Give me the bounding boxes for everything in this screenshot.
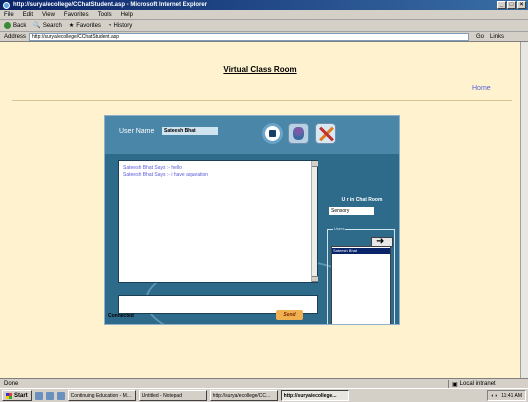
save-chat-button[interactable] — [262, 123, 283, 144]
back-button[interactable]: Back — [4, 22, 26, 29]
user-name-label: User Name — [119, 128, 155, 135]
status-bar: Done ▣ Local intranet — [0, 378, 528, 388]
menu-bar: File Edit View Favorites Tools Help — [0, 10, 528, 20]
address-bar: Address http://surya/ecollege/CChatStude… — [0, 32, 528, 42]
taskbar-item[interactable]: http://surya/ecollege/CC... — [209, 390, 278, 401]
quicklaunch-outlook-icon[interactable] — [56, 391, 65, 400]
window-controls: _ □ × — [497, 1, 526, 9]
taskbar-item[interactable]: Continuing Education - M... — [67, 390, 136, 401]
menu-favorites[interactable]: Favorites — [64, 12, 89, 18]
windows-logo-icon — [6, 392, 12, 399]
chat-room-name: Sensory — [329, 207, 374, 215]
home-link[interactable]: Home — [472, 85, 491, 92]
star-icon: ★ — [68, 23, 75, 29]
connection-status: Connected — [108, 313, 134, 319]
quicklaunch-ie-icon[interactable] — [34, 391, 43, 400]
window-titlebar[interactable]: http://surya/ecollege/CChatStudent.asp -… — [0, 0, 528, 10]
message-scrollbar[interactable] — [311, 161, 318, 282]
back-arrow-icon — [4, 22, 11, 29]
address-label: Address — [4, 33, 27, 40]
user-name-field: Sateesh Bhat — [162, 127, 218, 135]
chat-room-label: U r in Chat Room — [341, 197, 383, 203]
clock: 11:41 AM — [501, 392, 522, 399]
menu-edit[interactable]: Edit — [23, 12, 33, 18]
taskbar: Start Continuing Education - M... Untitl… — [0, 388, 528, 402]
chat-panel-header — [105, 116, 399, 154]
security-zone: ▣ Local intranet — [448, 380, 496, 388]
quicklaunch-desktop-icon[interactable] — [45, 391, 54, 400]
taskbar-item-active[interactable]: http://surya/ecollege... — [280, 390, 349, 401]
tray-icons[interactable]: ◐◑ — [491, 393, 497, 399]
start-button[interactable]: Start — [2, 390, 32, 401]
go-button[interactable]: Go — [476, 34, 484, 40]
users-list[interactable]: Sateesh Bhat — [331, 246, 391, 324]
maximize-button[interactable]: □ — [507, 1, 516, 9]
send-button[interactable]: Send — [276, 310, 303, 320]
search-button[interactable]: 🔍 Search — [33, 22, 62, 30]
scroll-down-arrow-icon[interactable] — [312, 276, 318, 282]
users-list-item[interactable]: Sateesh Bhat — [332, 248, 390, 254]
taskbar-item[interactable]: Untitled - Notepad — [138, 390, 207, 401]
page-scrollbar[interactable] — [520, 42, 528, 378]
menu-help[interactable]: Help — [121, 12, 133, 18]
chat-panel: User Name Sateesh Bhat Sateesh Bhat Says… — [104, 115, 400, 325]
links-button[interactable]: Links — [490, 34, 504, 40]
status-text: Done — [4, 380, 19, 387]
history-icon: ◔ — [107, 22, 112, 29]
users-group: Users Sateesh Bhat — [327, 226, 395, 324]
message-line: Sateesh Bhat Says :- hello — [123, 165, 182, 171]
window-title: http://surya/ecollege/CChatStudent.asp -… — [13, 2, 208, 8]
exit-chat-button[interactable] — [315, 123, 336, 144]
intranet-icon: ▣ — [452, 381, 458, 388]
favorites-button[interactable]: ★ Favorites — [68, 22, 101, 30]
address-input[interactable]: http://surya/ecollege/CChatStudent.asp — [29, 32, 470, 41]
history-button[interactable]: ◔ History — [108, 23, 132, 29]
users-label: Users — [333, 226, 346, 231]
system-tray: ◐◑ 11:41 AM — [487, 390, 526, 401]
scroll-up-arrow-icon[interactable] — [312, 161, 318, 167]
search-icon: 🔍 — [33, 23, 41, 29]
menu-tools[interactable]: Tools — [98, 12, 112, 18]
page-title: Virtual Class Room — [223, 65, 297, 74]
menu-file[interactable]: File — [4, 12, 14, 18]
close-button[interactable]: × — [517, 1, 526, 9]
browser-toolbar: Back 🔍 Search ★ Favorites ◔ History — [0, 20, 528, 32]
menu-view[interactable]: View — [42, 12, 55, 18]
user-info-button[interactable] — [288, 123, 309, 144]
message-line: Sateesh Bhat Says :- i have aqueation — [123, 172, 209, 178]
minimize-button[interactable]: _ — [497, 1, 506, 9]
page-content: Virtual Class Room Home User Name Satees… — [0, 42, 520, 378]
divider — [12, 100, 512, 101]
message-log[interactable]: Sateesh Bhat Says :- hello Sateesh Bhat … — [118, 160, 318, 283]
ie-logo-icon — [3, 1, 10, 9]
